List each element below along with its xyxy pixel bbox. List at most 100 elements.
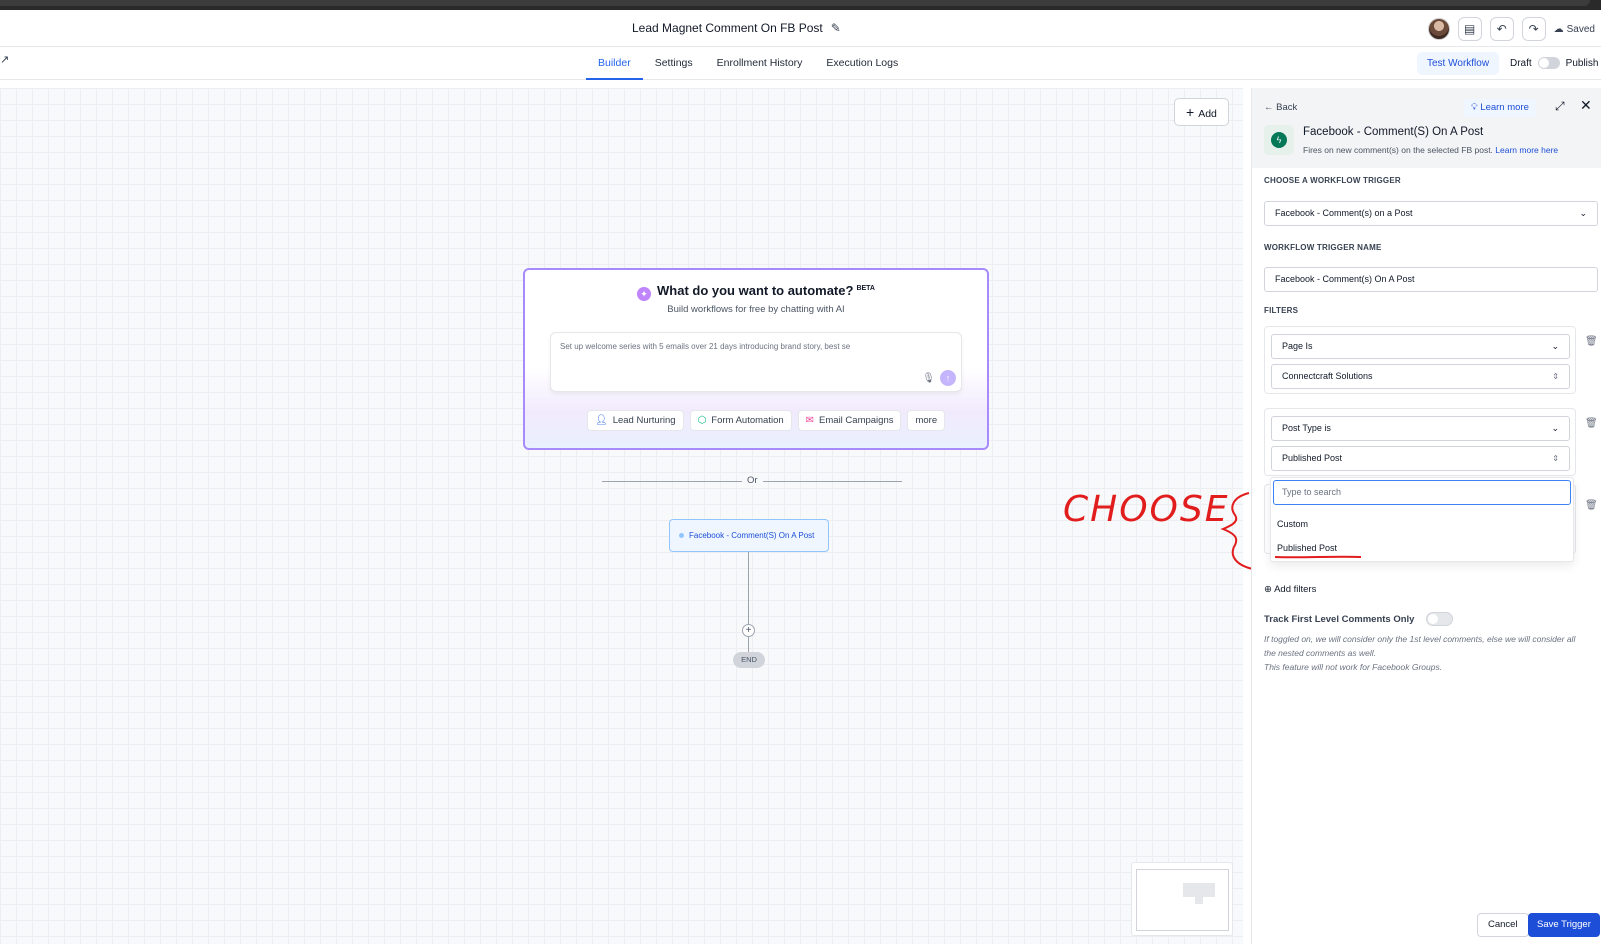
dropdown-search-input[interactable]: Type to search <box>1273 480 1571 505</box>
tab-enrollment-history[interactable]: Enrollment History <box>705 47 815 80</box>
add-label: Add <box>1198 108 1217 120</box>
tab-bar: ↗ Builder Settings Enrollment History Ex… <box>0 47 1601 80</box>
learn-more-label: Learn more <box>1480 102 1529 113</box>
filter-field-select[interactable]: Post Type is ⌄ <box>1271 416 1570 441</box>
trash-icon[interactable]: 🗑︎ <box>1585 336 1598 347</box>
chip-more[interactable]: more <box>907 410 946 431</box>
undo-icon[interactable]: ↶ <box>1489 17 1514 41</box>
track-first-level-toggle[interactable] <box>1426 612 1453 626</box>
plus-circle-icon: ⊕ <box>1264 584 1272 595</box>
send-icon[interactable]: ↑ <box>940 370 956 386</box>
tab-builder[interactable]: Builder <box>586 47 643 80</box>
close-icon[interactable]: ✕ <box>1580 97 1592 114</box>
external-arrow-icon[interactable]: ↗ <box>0 53 9 66</box>
trigger-select[interactable]: Facebook - Comment(s) on a Post ⌄ <box>1264 201 1598 226</box>
minimap[interactable] <box>1131 862 1233 936</box>
learn-more-button[interactable]: 💡︎ Learn more <box>1464 99 1536 117</box>
minimap-node <box>1195 897 1203 904</box>
chevron-down-icon: ⌄ <box>1551 341 1559 351</box>
filters-label: FILTERS <box>1264 306 1299 315</box>
trash-icon[interactable]: 🗑︎ <box>1585 500 1598 511</box>
add-button[interactable]: + Add <box>1174 98 1229 126</box>
saved-label: Saved <box>1566 23 1595 35</box>
pencil-icon[interactable]: ✎ <box>831 21 841 35</box>
add-filters-button[interactable]: ⊕ Add filters <box>1264 584 1316 595</box>
dropdown-option-custom[interactable]: Custom <box>1277 519 1308 529</box>
add-filters-label: Add filters <box>1274 584 1317 595</box>
trash-icon[interactable]: 🗑︎ <box>1585 418 1598 429</box>
lightbulb-icon: 💡︎ <box>1471 102 1478 113</box>
minimap-node <box>1183 883 1215 897</box>
ai-subtitle: Build workflows for free by chatting wit… <box>667 304 845 315</box>
minimap-viewport <box>1136 869 1229 931</box>
choose-trigger-label: CHOOSE A WORKFLOW TRIGGER <box>1264 176 1401 185</box>
tab-settings[interactable]: Settings <box>643 47 705 80</box>
cube-icon: ⬡ <box>697 415 707 426</box>
messenger-bolt-icon: ϟ <box>1271 132 1287 148</box>
annotation-text: CHOOSE <box>1063 489 1229 530</box>
cancel-button[interactable]: Cancel <box>1477 913 1529 937</box>
chip-form-automation[interactable]: ⬡ Form Automation <box>689 410 792 431</box>
avatar[interactable] <box>1427 18 1450 40</box>
post-type-dropdown: Type to search Custom Published Post <box>1270 477 1574 562</box>
chip-label: Email Campaigns <box>819 415 894 426</box>
suggestion-chips: 👤︎ Lead Nurturing ⬡ Form Automation ✉ Email… <box>587 410 946 431</box>
chevron-down-icon: ⌄ <box>1551 423 1559 433</box>
back-button[interactable]: ← Back <box>1264 102 1297 113</box>
or-label: Or <box>742 475 763 486</box>
ai-prompt-input[interactable]: Set up welcome series with 5 emails over… <box>550 332 962 392</box>
back-label: Back <box>1276 102 1298 113</box>
ai-title: ✦ What do you want to automate? BETA <box>525 283 987 301</box>
microphone-icon[interactable]: 🎙 <box>922 373 935 384</box>
chevron-down-icon: ⌄ <box>1579 208 1587 218</box>
test-workflow-button[interactable]: Test Workflow <box>1417 52 1500 75</box>
workflow-canvas[interactable] <box>0 88 1243 944</box>
filter-value-text: Connectcraft Solutions <box>1282 371 1373 381</box>
cloud-icon: ☁ <box>1553 23 1564 35</box>
tab-execution-logs[interactable]: Execution Logs <box>814 47 910 80</box>
messenger-icon: ϟ <box>1264 125 1294 155</box>
filter-field-value: Post Type is <box>1282 423 1331 433</box>
filter-field-value: Page Is <box>1282 341 1313 351</box>
draft-label: Draft <box>1510 57 1532 69</box>
chip-label: more <box>915 415 938 426</box>
filter-value-select[interactable]: Connectcraft Solutions ⇕ <box>1271 364 1570 389</box>
filter-value-select[interactable]: Published Post ⇕ <box>1271 446 1570 471</box>
workflow-title[interactable]: Lead Magnet Comment On FB Post ✎ <box>632 21 841 35</box>
red-underline-mark <box>1274 555 1362 559</box>
filter-group-page: Page Is ⌄ Connectcraft Solutions ⇕ <box>1264 326 1576 394</box>
top-header: Lead Magnet Comment On FB Post ✎ ▤ ↶ ↷ ☁… <box>0 10 1601 47</box>
updown-icon: ⇕ <box>1552 454 1559 463</box>
ai-prompt-text: Set up welcome series with 5 emails over… <box>560 342 851 351</box>
header-actions: ▤ ↶ ↷ ☁ Saved <box>1427 16 1601 42</box>
mail-icon: ✉ <box>805 415 815 426</box>
chip-lead-nurturing[interactable]: 👤︎ Lead Nurturing <box>587 410 684 431</box>
description-text: Fires on new comment(s) on the selected … <box>1303 145 1493 155</box>
track-first-level-label: Track First Level Comments Only <box>1264 614 1415 625</box>
arrow-left-icon: ← <box>1264 102 1274 113</box>
trigger-node[interactable]: Facebook - Comment(S) On A Post <box>669 519 829 552</box>
redo-icon[interactable]: ↷ <box>1521 17 1546 41</box>
dropdown-option-published-post[interactable]: Published Post <box>1277 543 1337 553</box>
add-step-plus-icon[interactable]: + <box>742 624 755 637</box>
filter-group-post-type: Post Type is ⌄ Published Post ⇕ <box>1264 408 1576 476</box>
tabs: Builder Settings Enrollment History Exec… <box>586 47 910 80</box>
trigger-name-input[interactable]: Facebook - Comment(s) On A Post <box>1264 267 1598 292</box>
end-node: END <box>733 652 765 668</box>
chip-label: Lead Nurturing <box>612 415 676 426</box>
trigger-dot-icon <box>679 533 684 538</box>
expand-icon[interactable]: ⤢ <box>1555 99 1565 114</box>
clipboard-icon[interactable]: ▤ <box>1457 17 1482 41</box>
save-trigger-button[interactable]: Save Trigger <box>1528 913 1600 937</box>
track-hint-1: If toggled on, we will consider only the… <box>1264 634 1576 658</box>
filter-value-text: Published Post <box>1282 453 1343 463</box>
beta-badge: BETA <box>856 284 875 292</box>
user-icon: 👤︎ <box>595 415 608 426</box>
trigger-select-value: Facebook - Comment(s) on a Post <box>1275 208 1413 218</box>
learn-more-here-link[interactable]: Learn more here <box>1495 145 1558 155</box>
trigger-settings-panel: ← Back 💡︎ Learn more ⤢ ✕ ϟ Facebook - Co… <box>1251 88 1601 944</box>
filter-field-select[interactable]: Page Is ⌄ <box>1271 334 1570 359</box>
chip-email-campaigns[interactable]: ✉ Email Campaigns <box>797 410 902 431</box>
publish-toggle[interactable] <box>1537 57 1560 69</box>
workflow-title-text: Lead Magnet Comment On FB Post <box>632 21 823 35</box>
